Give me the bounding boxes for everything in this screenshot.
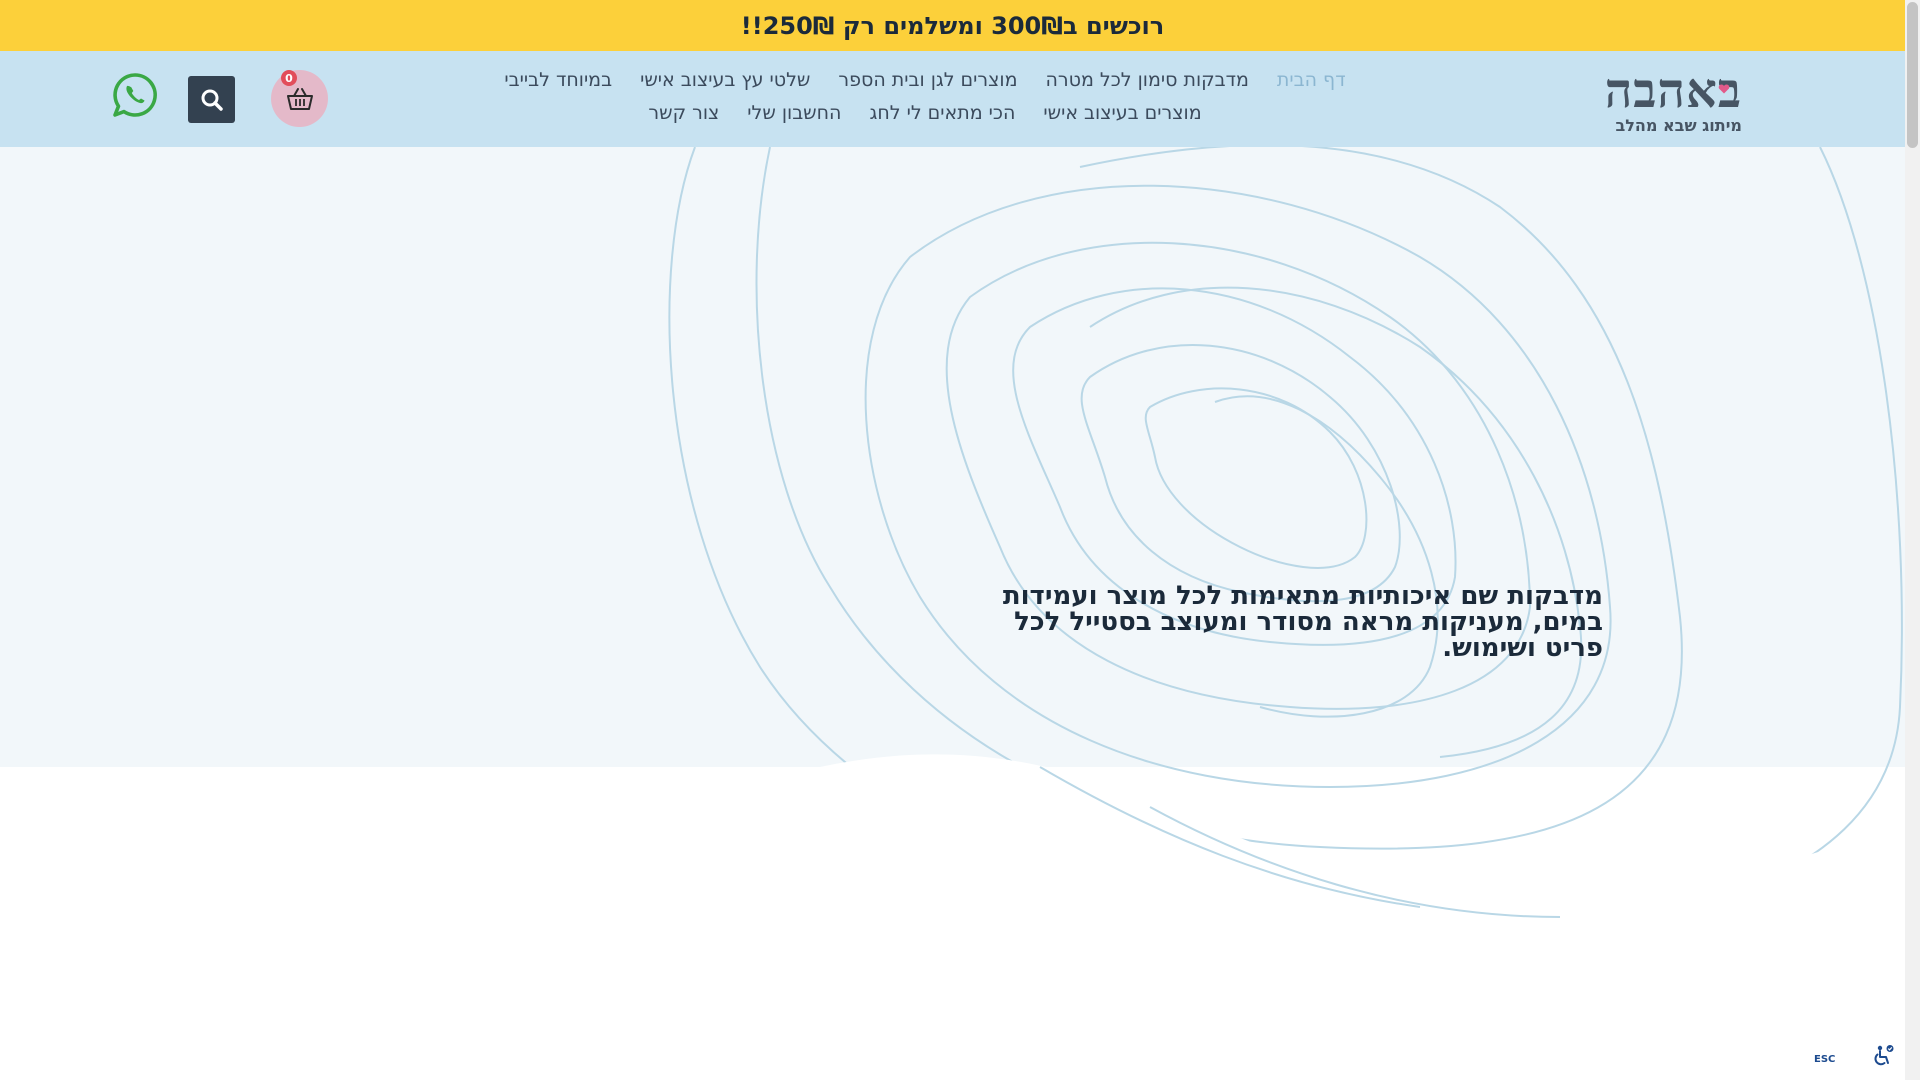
nav-row-1: דף הבית מדבקות סימון לכל מטרה מוצרים לגן… [500,63,1350,96]
nav-item-wood-signs[interactable]: שלטי עץ בעיצוב אישי [640,69,810,91]
nav-item-personal-design[interactable]: מוצרים בעיצוב אישי [1043,102,1201,124]
whatsapp-icon[interactable] [112,72,158,118]
announcement-bar: רוכשים ב300₪ ומשלמים רק 250₪!! [0,0,1905,51]
hero-background [0,147,1905,1080]
nav-row-2: מוצרים בעיצוב אישי הכי מתאים לי לחג החשב… [500,96,1350,129]
nav-item-holiday[interactable]: הכי מתאים לי לחג [869,102,1015,124]
page-scrollbar[interactable] [1905,0,1920,1080]
site-logo[interactable]: באהבה מיתוג שבא מהלב [1592,65,1742,137]
hero-section: מדבקות שם איכותיות מתאימות לכל מוצר ועמי… [0,147,1905,1080]
search-button[interactable] [188,76,235,123]
cart-button[interactable] [271,70,328,127]
logo-tagline: מיתוג שבא מהלב [1615,116,1742,135]
esc-label: ESC [1814,1054,1836,1065]
accessibility-icon[interactable] [1870,1044,1894,1068]
heart-icon [1718,84,1730,94]
nav-item-labels[interactable]: מדבקות סימון לכל מטרה [1046,69,1249,91]
cart-count-badge: 0 [281,70,297,86]
main-navigation: דף הבית מדבקות סימון לכל מטרה מוצרים לגן… [500,63,1350,129]
announcement-text: רוכשים ב300₪ ומשלמים רק 250₪!! [740,11,1165,40]
search-icon [201,89,223,111]
nav-item-baby[interactable]: במיוחד לבייבי [504,69,612,91]
scrollbar-thumb[interactable] [1907,2,1918,148]
basket-icon [286,87,313,110]
nav-item-home[interactable]: דף הבית [1277,69,1346,91]
hero-headline: מדבקות שם איכותיות מתאימות לכל מוצר ועמי… [1002,581,1603,663]
nav-item-school-products[interactable]: מוצרים לגן ובית הספר [838,69,1017,91]
nav-item-my-account[interactable]: החשבון שלי [747,102,841,124]
nav-item-contact[interactable]: צור קשר [648,102,719,124]
